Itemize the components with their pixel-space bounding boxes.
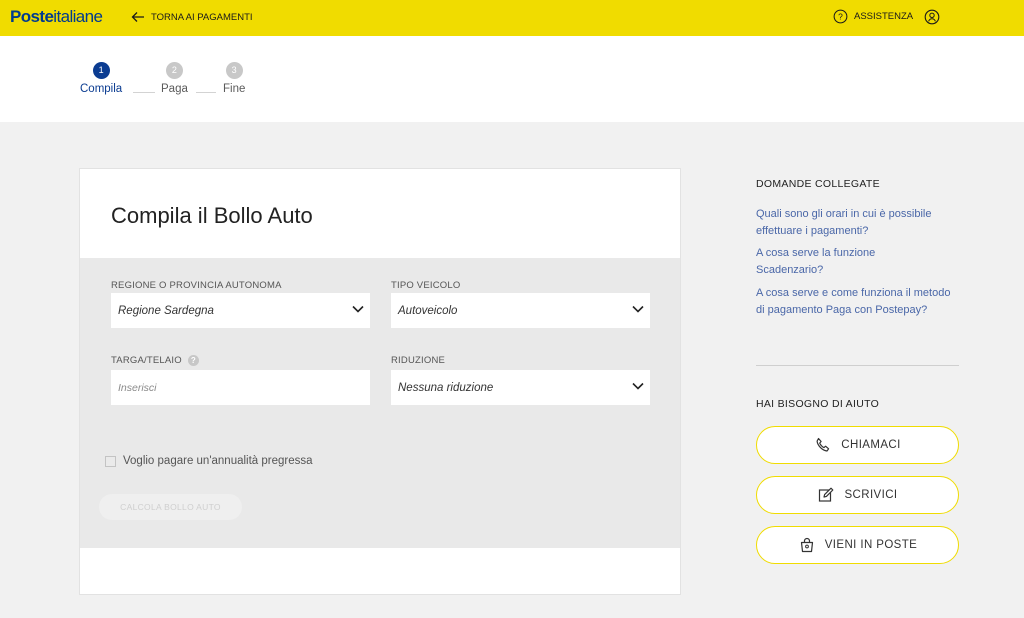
riduzione-value: Nessuna riduzione [398, 381, 494, 394]
step-fine: 3 Fine [223, 62, 245, 95]
chiamaci-label: CHIAMACI [841, 439, 901, 451]
targa-input[interactable]: Inserisci [111, 370, 370, 405]
arrow-left-icon [131, 12, 144, 22]
vieni-in-poste-button[interactable]: VIENI IN POSTE [756, 526, 959, 564]
faq-heading: DOMANDE COLLEGATE [756, 178, 880, 190]
poste-italiane-logo[interactable]: Posteitaliane [10, 7, 103, 27]
step-number: 2 [165, 62, 183, 79]
assistance-link[interactable]: ? ASSISTENZA [833, 9, 913, 24]
step-connector [196, 92, 216, 93]
phone-icon [816, 437, 830, 452]
faq-link[interactable]: A cosa serve la funzione Scadenzario? [756, 245, 916, 278]
chiamaci-button[interactable]: CHIAMACI [756, 426, 959, 464]
riduzione-label-text: RIDUZIONE [391, 355, 446, 366]
svg-text:?: ? [838, 12, 843, 22]
faq-link[interactable]: A cosa serve e come funziona il metodo d… [756, 285, 956, 318]
targa-placeholder: Inserisci [118, 381, 157, 394]
targa-label-text: TARGA/TELAIO [111, 355, 182, 366]
step-number: 1 [92, 62, 110, 79]
riduzione-label: RIDUZIONE [391, 355, 445, 366]
regione-label: REGIONE O PROVINCIA AUTONOMA [111, 280, 282, 291]
regione-value: Regione Sardegna [118, 304, 214, 317]
question-circle-icon: ? [833, 9, 848, 24]
scrivici-button[interactable]: SCRIVICI [756, 476, 959, 514]
tipo-veicolo-label: TIPO VEICOLO [391, 280, 460, 291]
scrivici-label: SCRIVICI [844, 489, 898, 501]
step-connector [133, 92, 155, 93]
tipo-veicolo-select[interactable]: Autoveicolo [391, 293, 650, 328]
tipo-veicolo-label-text: TIPO VEICOLO [391, 280, 461, 291]
sidebar-divider [756, 365, 959, 366]
chevron-down-icon [632, 305, 644, 313]
back-link-label: TORNA AI PAGAMENTI [151, 11, 253, 23]
chevron-down-icon [632, 382, 644, 390]
step-number: 3 [225, 62, 243, 79]
top-header: Posteitaliane TORNA AI PAGAMENTI ? ASSIS… [0, 0, 1024, 36]
logo-rest-text: italiane [53, 7, 103, 26]
help-question-icon[interactable]: ? [187, 355, 199, 366]
annualita-pregressa-checkbox[interactable]: Voglio pagare un'annualità pregressa [105, 455, 313, 467]
regione-select[interactable]: Regione Sardegna [111, 293, 370, 328]
form-panel: REGIONE O PROVINCIA AUTONOMA Regione Sar… [80, 258, 680, 548]
step-compila: 1 Compila [80, 62, 122, 95]
back-to-payments-link[interactable]: TORNA AI PAGAMENTI [131, 11, 253, 23]
calcola-bollo-button[interactable]: CALCOLA BOLLO AUTO [99, 494, 242, 520]
tipo-veicolo-value: Autoveicolo [398, 304, 458, 317]
chevron-down-icon [352, 305, 364, 313]
checkbox-label: Voglio pagare un'annualità pregressa [123, 455, 313, 467]
user-icon[interactable] [924, 9, 940, 25]
stepper: 1 Compila 2 Paga 3 Fine [0, 36, 1024, 122]
location-bag-icon [800, 537, 813, 553]
step-label: Compila [80, 83, 123, 95]
step-paga: 2 Paga [161, 62, 188, 95]
checkbox-box[interactable] [105, 455, 116, 467]
edit-icon [819, 487, 834, 502]
step-label: Fine [223, 83, 246, 95]
faq-link[interactable]: Quali sono gli orari in cui è possibile … [756, 206, 968, 239]
page-title: Compila il Bollo Auto [111, 203, 313, 228]
assistance-label: ASSISTENZA [854, 11, 914, 22]
targa-label: TARGA/TELAIO ? [111, 355, 199, 366]
step-label: Paga [161, 83, 188, 95]
riduzione-select[interactable]: Nessuna riduzione [391, 370, 650, 405]
vieni-in-poste-label: VIENI IN POSTE [824, 539, 918, 551]
logo-bold-text: Poste [10, 7, 54, 26]
regione-label-text: REGIONE O PROVINCIA AUTONOMA [111, 280, 282, 291]
help-heading: HAI BISOGNO DI AIUTO [756, 398, 880, 410]
bollo-auto-card: Compila il Bollo Auto REGIONE O PROVINCI… [79, 168, 681, 595]
